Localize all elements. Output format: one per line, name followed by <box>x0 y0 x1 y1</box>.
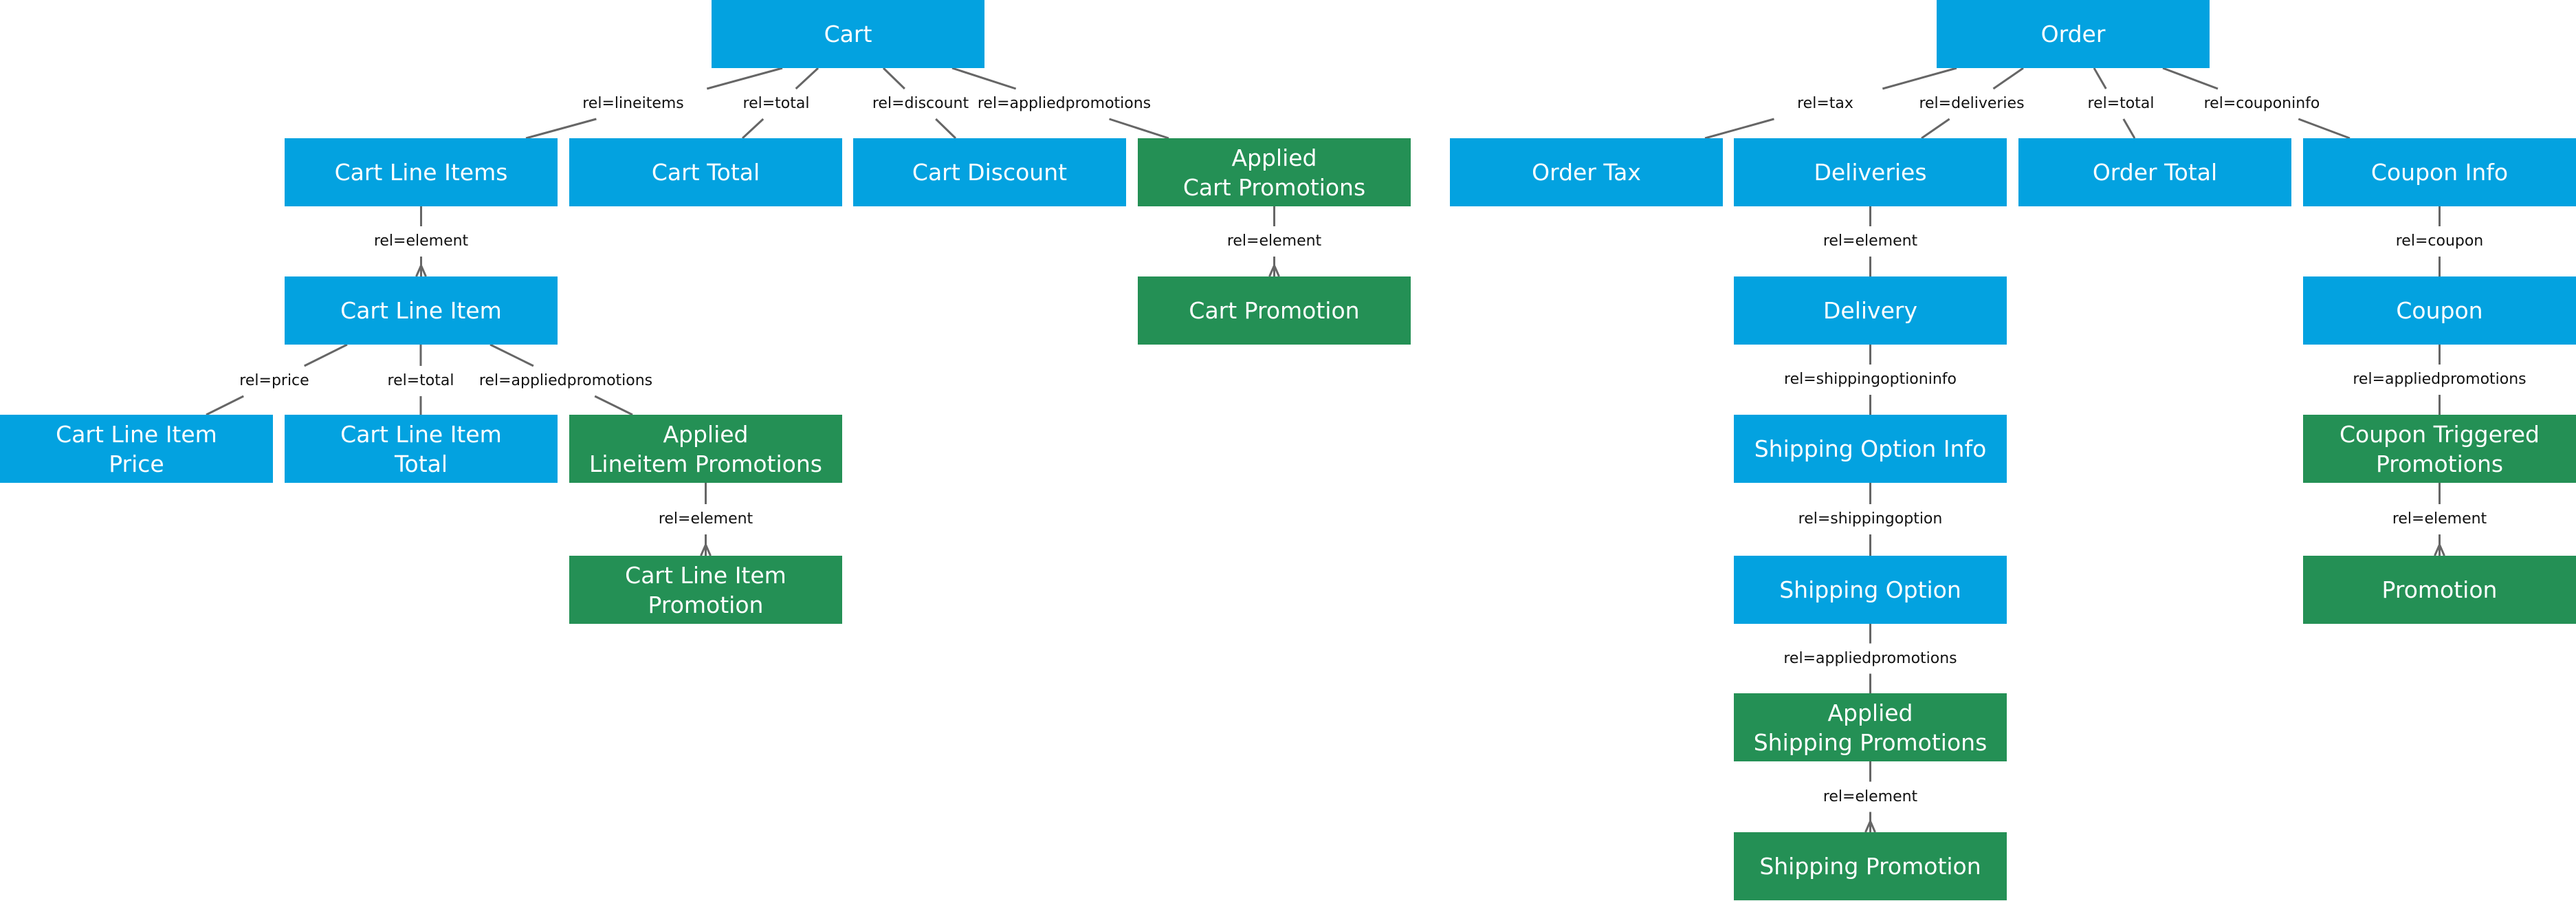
crows-foot-icon <box>415 263 427 277</box>
node-label: Cart Line Item Price <box>56 420 217 477</box>
connector-deliveries-lower <box>1921 118 1950 140</box>
crows-foot-icon <box>700 542 712 556</box>
node-label: Coupon <box>2396 297 2483 324</box>
relation-label: rel=appliedpromotions <box>1779 647 1961 671</box>
relation-label: rel=element <box>2388 508 2491 531</box>
node-order-total: Order Total <box>2018 138 2291 206</box>
node-coupon-triggered-promotions: Coupon Triggered Promotions <box>2303 415 2576 483</box>
relation-label: rel=total <box>738 92 814 116</box>
connector-coupon-info-upper <box>2162 67 2219 90</box>
node-cart-line-items: Cart Line Items <box>285 138 558 206</box>
node-shipping-option-info: Shipping Option Info <box>1734 415 2007 483</box>
node-label: Cart <box>824 21 872 47</box>
relation-label: rel=element <box>1222 230 1326 253</box>
node-label: Promotion <box>2381 576 2498 603</box>
node-label: Delivery <box>1823 297 1917 324</box>
node-label: Cart Total <box>651 159 760 186</box>
relation-label: rel=appliedpromotions <box>474 369 657 393</box>
node-label: Cart Line Items <box>334 159 508 186</box>
node-label: Order <box>2040 21 2106 47</box>
relation-label: rel=shippingoption <box>1794 508 1947 531</box>
node-coupon: Coupon <box>2303 276 2576 345</box>
node-shipping-option: Shipping Option <box>1734 556 2007 624</box>
relation-label: rel=appliedpromotions <box>973 92 1156 116</box>
node-applied-shipping-promotions: Applied Shipping Promotions <box>1734 693 2007 761</box>
node-label: Applied Cart Promotions <box>1182 144 1366 201</box>
node-coupon-info: Coupon Info <box>2303 138 2576 206</box>
relation-label: rel=lineitems <box>578 92 688 116</box>
connector-cart-discount-upper <box>882 67 905 90</box>
connector-cart-line-items-lower <box>525 118 597 140</box>
connector-order-total-upper <box>2093 67 2107 89</box>
node-cart-promotion: Cart Promotion <box>1138 276 1411 345</box>
node-promotion: Promotion <box>2303 556 2576 624</box>
relation-label: rel=discount <box>868 92 973 116</box>
node-cart-line-item: Cart Line Item <box>285 276 558 345</box>
connector-cart-discount-lower <box>935 118 957 140</box>
connector-cart-line-item-price-lower <box>206 395 244 416</box>
node-shipping-promotion: Shipping Promotion <box>1734 832 2007 900</box>
connector-applied-cart-promotions-lower <box>1109 118 1169 140</box>
node-applied-lineitem-promotions: Applied Lineitem Promotions <box>569 415 842 483</box>
relation-label: rel=element <box>369 230 473 253</box>
node-label: Applied Lineitem Promotions <box>589 420 822 477</box>
node-label: Applied Shipping Promotions <box>1753 699 1988 756</box>
connector-order-total-lower <box>2122 118 2136 139</box>
relation-label: rel=shippingoptioninfo <box>1780 368 1961 391</box>
crows-foot-icon <box>1268 263 1280 277</box>
node-label: Cart Line Item <box>340 297 502 324</box>
relation-label: rel=price <box>235 369 313 393</box>
node-label: Order Total <box>2092 159 2218 186</box>
relation-label: rel=coupon <box>2391 230 2488 253</box>
relation-label: rel=appliedpromotions <box>2348 368 2531 391</box>
node-label: Cart Discount <box>912 159 1068 186</box>
relation-label: rel=total <box>383 369 459 393</box>
node-cart-line-item-total: Cart Line Item Total <box>285 415 558 483</box>
node-delivery: Delivery <box>1734 276 2007 345</box>
node-cart: Cart <box>712 0 984 68</box>
connector-applied-lineitem-promotions-lower <box>594 395 633 416</box>
connector-applied-lineitem-promotions-upper <box>489 343 534 367</box>
relation-label: rel=element <box>1818 230 1922 253</box>
node-label: Cart Promotion <box>1189 297 1360 324</box>
relation-label: rel=deliveries <box>1915 92 2029 116</box>
connector-cart-total-upper <box>795 67 819 90</box>
connector-coupon-info-lower <box>2298 118 2351 140</box>
node-label: Deliveries <box>1814 159 1927 186</box>
node-cart-discount: Cart Discount <box>853 138 1126 206</box>
node-label: Coupon Triggered Promotions <box>2339 420 2540 477</box>
relation-label: rel=tax <box>1793 92 1858 116</box>
node-label: Shipping Promotion <box>1759 853 1981 880</box>
node-label: Shipping Option Info <box>1754 435 1987 462</box>
node-label: Shipping Option <box>1779 576 1961 603</box>
connector-deliveries-upper <box>1992 67 2024 90</box>
node-applied-cart-promotions: Applied Cart Promotions <box>1138 138 1411 206</box>
connector-cart-total-lower <box>741 118 764 140</box>
relation-label: rel=element <box>654 508 758 531</box>
node-cart-line-item-promotion: Cart Line Item Promotion <box>569 556 842 624</box>
connector-order-tax-upper <box>1882 67 1957 90</box>
node-cart-line-item-price: Cart Line Item Price <box>0 415 273 483</box>
relation-label: rel=total <box>2083 92 2159 116</box>
node-cart-total: Cart Total <box>569 138 842 206</box>
crows-foot-icon <box>1864 818 1876 833</box>
connector-applied-cart-promotions-upper <box>951 67 1017 90</box>
node-order-tax: Order Tax <box>1450 138 1723 206</box>
connector-cart-line-items-upper <box>706 67 783 90</box>
connector-cart-line-item-price-upper <box>304 343 348 367</box>
node-order: Order <box>1937 0 2210 68</box>
connector-order-tax-lower <box>1704 118 1774 140</box>
node-deliveries: Deliveries <box>1734 138 2007 206</box>
crows-foot-icon <box>2434 542 2445 556</box>
relation-label: rel=element <box>1818 785 1922 809</box>
node-label: Cart Line Item Promotion <box>625 561 786 618</box>
node-label: Coupon Info <box>2370 159 2509 186</box>
node-label: Cart Line Item Total <box>340 420 502 477</box>
relation-label: rel=couponinfo <box>2199 92 2324 116</box>
node-label: Order Tax <box>1532 159 1641 186</box>
